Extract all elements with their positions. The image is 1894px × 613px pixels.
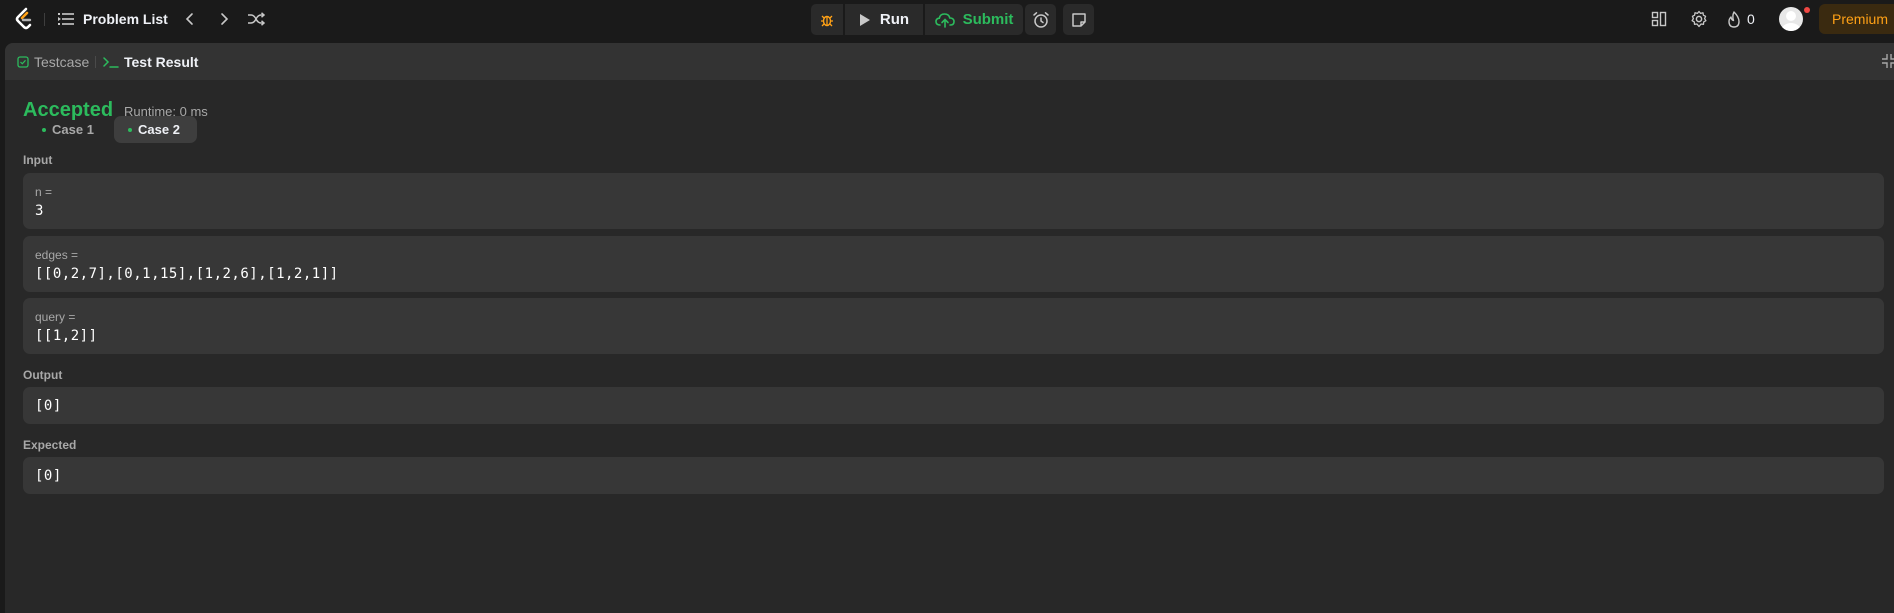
fire-icon bbox=[1728, 10, 1740, 28]
debug-button[interactable] bbox=[811, 4, 843, 35]
pass-dot bbox=[128, 127, 132, 132]
output-value[interactable]: [0] bbox=[35, 398, 62, 414]
chevron-left-icon bbox=[185, 13, 193, 25]
expected-value[interactable]: [0] bbox=[35, 468, 62, 484]
premium-label: Premium bbox=[1832, 11, 1889, 27]
alarm-clock-icon bbox=[1032, 11, 1049, 28]
case-2-label: Case 2 bbox=[138, 122, 180, 137]
streak-counter[interactable]: 0 bbox=[1727, 8, 1755, 30]
problem-list-button[interactable]: Problem List bbox=[58, 6, 168, 32]
input-n-value[interactable]: 3 bbox=[35, 203, 44, 219]
streak-count: 0 bbox=[1747, 11, 1755, 27]
tab-testcase[interactable]: Testcase bbox=[17, 43, 89, 80]
layout-grid-icon bbox=[1651, 11, 1667, 27]
pass-dot bbox=[42, 127, 46, 132]
input-query-box: query = [[1,2]] bbox=[23, 298, 1884, 354]
premium-button[interactable]: Premium bbox=[1819, 4, 1894, 34]
expected-label: Expected bbox=[23, 438, 77, 452]
debug-icon bbox=[821, 15, 833, 26]
test-result-panel: Testcase Test Result Accepted Runtime: 0… bbox=[5, 43, 1894, 613]
run-label: Run bbox=[879, 11, 910, 28]
tab-testcase-label: Testcase bbox=[34, 53, 90, 70]
note-icon bbox=[1071, 12, 1086, 27]
run-button[interactable]: Run bbox=[845, 4, 923, 35]
nav-divider bbox=[44, 13, 45, 26]
input-query-value[interactable]: [[1,2]] bbox=[35, 328, 98, 344]
input-n-box: n = 3 bbox=[23, 173, 1884, 229]
run-submit-group: Run Submit bbox=[811, 4, 1023, 35]
input-label: Input bbox=[23, 153, 53, 167]
chevron-right-icon bbox=[221, 13, 229, 25]
expected-box: [0] bbox=[23, 457, 1884, 494]
cloud-upload-icon bbox=[934, 12, 955, 28]
panel-header: Testcase Test Result bbox=[5, 43, 1894, 80]
input-edges-name: edges = bbox=[35, 248, 79, 262]
output-label: Output bbox=[23, 368, 63, 382]
top-navbar: Problem List Run Submit 0 Premium bbox=[0, 0, 1894, 38]
timer-button[interactable] bbox=[1025, 4, 1056, 35]
gear-icon bbox=[1691, 10, 1707, 28]
notification-dot bbox=[1804, 7, 1810, 13]
input-n-name: n = bbox=[35, 185, 53, 199]
terminal-icon bbox=[103, 56, 119, 68]
submit-button[interactable]: Submit bbox=[925, 4, 1023, 35]
tab-divider bbox=[95, 56, 96, 68]
list-icon bbox=[58, 13, 74, 25]
user-avatar-icon bbox=[1781, 11, 1801, 31]
notes-button[interactable] bbox=[1063, 4, 1094, 35]
avatar[interactable] bbox=[1779, 7, 1803, 31]
random-problem-button[interactable] bbox=[245, 8, 267, 30]
case-1-tab[interactable]: Case 1 bbox=[32, 116, 102, 143]
settings-button[interactable] bbox=[1688, 8, 1710, 30]
prev-problem-button[interactable] bbox=[179, 8, 201, 30]
submit-label: Submit bbox=[962, 11, 1014, 28]
case-2-tab[interactable]: Case 2 bbox=[114, 116, 197, 143]
tab-test-result[interactable]: Test Result bbox=[103, 43, 198, 80]
shuffle-icon bbox=[248, 12, 265, 26]
input-edges-box: edges = [[0,2,7],[0,1,15],[1,2,6],[1,2,1… bbox=[23, 236, 1884, 292]
collapse-icon[interactable] bbox=[1881, 53, 1894, 69]
case-1-label: Case 1 bbox=[52, 122, 94, 137]
leetcode-logo-icon[interactable] bbox=[14, 7, 34, 31]
output-box: [0] bbox=[23, 387, 1884, 424]
checkbox-icon bbox=[17, 55, 29, 68]
input-query-name: query = bbox=[35, 310, 76, 324]
problem-list-label: Problem List bbox=[83, 11, 168, 27]
next-problem-button[interactable] bbox=[213, 8, 235, 30]
input-edges-value[interactable]: [[0,2,7],[0,1,15],[1,2,6],[1,2,1]] bbox=[35, 266, 339, 282]
tab-test-result-label: Test Result bbox=[124, 53, 199, 70]
layout-button[interactable] bbox=[1648, 8, 1670, 30]
play-icon bbox=[859, 13, 870, 26]
